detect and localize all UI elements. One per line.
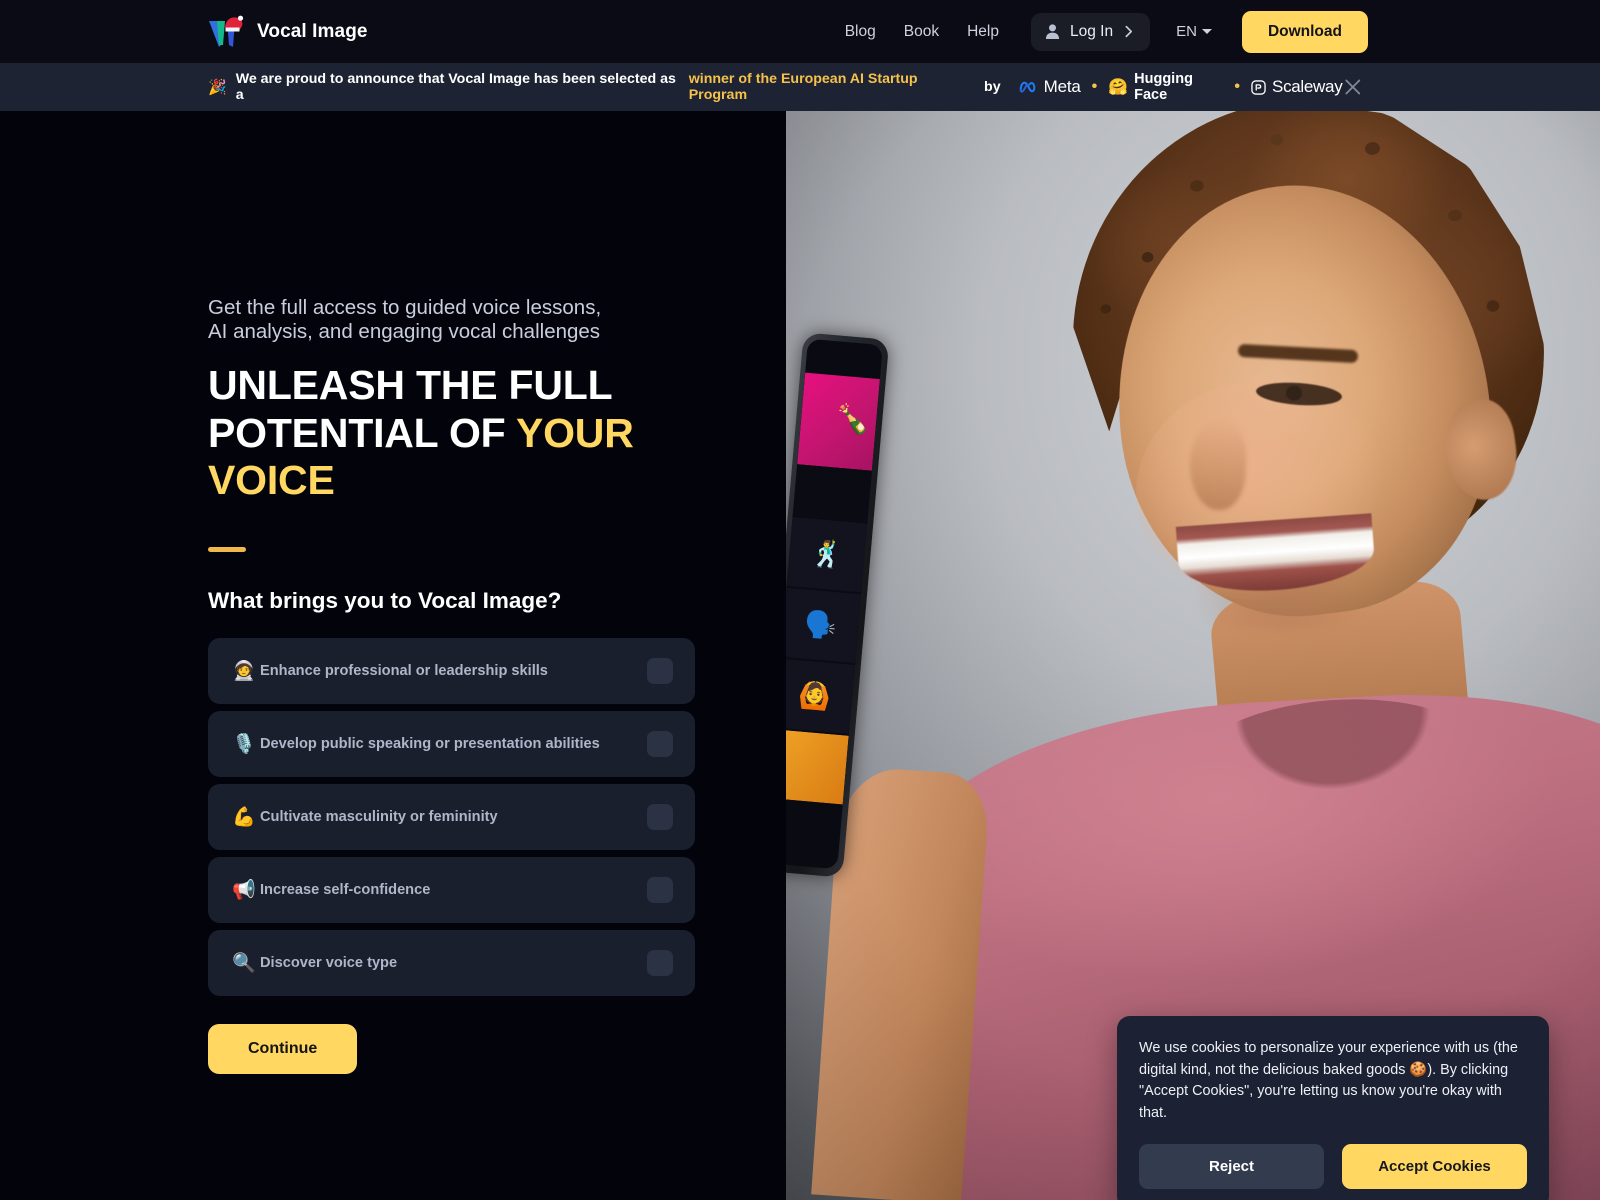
nav-link-book[interactable]: Book (890, 17, 953, 47)
partner-separator: • (1091, 78, 1098, 95)
option-label: Develop public speaking or presentation … (260, 736, 600, 753)
survey-option[interactable]: 📢 Increase self-confidence (208, 857, 695, 924)
brand-name: Vocal Image (257, 20, 368, 42)
partner-name: Hugging Face (1134, 71, 1193, 103)
option-emoji-icon: 🎙️ (232, 734, 256, 756)
user-icon (1045, 24, 1060, 39)
partner-scaleway: Scaleway (1251, 77, 1343, 97)
login-button[interactable]: Log In (1030, 12, 1151, 51)
partner-list: Meta • 🤗 Hugging Face • Scaleway (1019, 71, 1343, 103)
hugging-face-emoji: 🤗 (1108, 79, 1129, 96)
scaleway-icon (1251, 79, 1266, 95)
download-button[interactable]: Download (1241, 10, 1368, 53)
survey-option[interactable]: 🎙️ Develop public speaking or presentati… (208, 711, 695, 778)
option-label: Increase self-confidence (260, 882, 431, 899)
main-nav: Blog Book Help Log In EN Download (831, 10, 1368, 53)
landing-page: 🕺 🗣️ 🙆 (0, 0, 1600, 1200)
vocal-image-logo (208, 14, 244, 50)
option-checkbox[interactable] (647, 804, 673, 831)
cookie-actions: Reject Accept Cookies (1139, 1144, 1527, 1190)
santa-hat-icon (225, 15, 244, 31)
cookie-consent-banner: We use cookies to personalize your exper… (1117, 1016, 1549, 1200)
announcement-suffix: by (984, 79, 1001, 95)
option-checkbox[interactable] (647, 877, 673, 904)
option-checkbox[interactable] (647, 658, 673, 685)
partner-meta: Meta (1019, 77, 1081, 97)
survey-option[interactable]: 🔍 Discover voice type (208, 930, 695, 997)
brand-logo-link[interactable]: Vocal Image (208, 14, 368, 50)
option-checkbox[interactable] (647, 950, 673, 977)
option-label: Enhance professional or leadership skill… (260, 663, 548, 680)
page-title: UNLEASH THE FULL POTENTIAL OF YOUR VOICE (208, 362, 728, 505)
announcement-highlight[interactable]: winner of the European AI Startup Progra… (689, 71, 974, 103)
chevron-right-icon (1125, 25, 1133, 38)
announcement-prefix: We are proud to announce that Vocal Imag… (235, 71, 676, 103)
reject-cookies-button[interactable]: Reject (1139, 1144, 1324, 1190)
divider-rule (208, 547, 246, 553)
partner-separator: • (1234, 78, 1241, 95)
option-checkbox[interactable] (647, 731, 673, 758)
announcement-banner: 🎉 We are proud to announce that Vocal Im… (0, 63, 1600, 111)
chevron-down-icon (1201, 29, 1212, 34)
headline-plain: POTENTIAL OF (208, 409, 516, 456)
hero-kicker: Get the full access to guided voice less… (208, 296, 728, 344)
language-selector[interactable]: EN (1176, 23, 1212, 40)
survey-question: What brings you to Vocal Image? (208, 588, 562, 614)
nav-link-blog[interactable]: Blog (831, 17, 890, 47)
continue-button[interactable]: Continue (208, 1024, 358, 1075)
accept-cookies-button[interactable]: Accept Cookies (1342, 1144, 1527, 1190)
party-popper-icon: 🎉 (208, 79, 227, 96)
partner-name: Scaleway (1272, 77, 1343, 96)
language-label: EN (1176, 23, 1197, 40)
survey-options-list: 🧑‍🚀 Enhance professional or leadership s… (208, 638, 695, 997)
option-label: Cultivate masculinity or femininity (260, 809, 498, 826)
meta-infinity-icon (1019, 81, 1035, 93)
survey-option[interactable]: 🧑‍🚀 Enhance professional or leadership s… (208, 638, 695, 705)
nav-link-help[interactable]: Help (953, 17, 1013, 47)
option-emoji-icon: 🔍 (232, 953, 256, 975)
close-icon[interactable] (1342, 76, 1364, 98)
hero-kicker-line-1: Get the full access to guided voice less… (208, 296, 602, 319)
partner-hugging-face: 🤗 Hugging Face (1108, 71, 1223, 103)
hero-kicker-line-2: AI analysis, and engaging vocal challeng… (208, 320, 601, 344)
option-label: Discover voice type (260, 955, 398, 972)
option-emoji-icon: 💪 (232, 807, 256, 829)
hero-content: Get the full access to guided voice less… (208, 111, 728, 1075)
survey-option[interactable]: 💪 Cultivate masculinity or femininity (208, 784, 695, 851)
announcement-text: 🎉 We are proud to announce that Vocal Im… (208, 71, 1343, 103)
site-header: Vocal Image Blog Book Help Log In EN Dow (0, 0, 1600, 63)
headline-line-1: UNLEASH THE FULL (208, 362, 613, 409)
option-emoji-icon: 📢 (232, 880, 256, 902)
headline-line-2: POTENTIAL OF YOUR VOICE (208, 410, 728, 505)
option-emoji-icon: 🧑‍🚀 (232, 661, 256, 683)
partner-name: Meta (1043, 77, 1081, 96)
login-label: Log In (1069, 22, 1114, 40)
cookie-message: We use cookies to personalize your exper… (1139, 1040, 1518, 1121)
